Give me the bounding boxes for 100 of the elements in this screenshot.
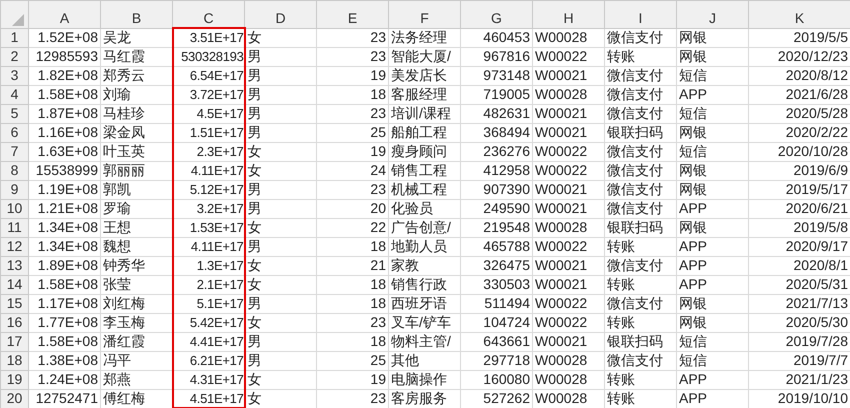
column-header[interactable]: I — [604, 0, 676, 28]
table-cell: 银联扫码 — [604, 218, 676, 237]
table-cell: 4.11E+17 — [172, 161, 244, 180]
table-cell: 973148 — [460, 66, 532, 85]
table-cell: 4.5E+17 — [172, 104, 244, 123]
table-cell: 美发店长 — [388, 66, 460, 85]
table-cell: 叶玉英 — [100, 142, 172, 161]
row-header[interactable]: 17 — [0, 332, 28, 351]
row-header[interactable]: 19 — [0, 370, 28, 389]
table-cell: W00021 — [532, 66, 604, 85]
row-header[interactable]: 10 — [0, 199, 28, 218]
table-cell: 微信支付 — [604, 256, 676, 275]
column-header[interactable]: K — [748, 0, 850, 28]
table-cell: 微信支付 — [604, 85, 676, 104]
table-cell: 银联扫码 — [604, 123, 676, 142]
column-header[interactable]: C — [172, 0, 244, 28]
table-cell: W00021 — [532, 256, 604, 275]
table-cell: 18 — [316, 275, 388, 294]
table-cell: 微信支付 — [604, 294, 676, 313]
row-header[interactable]: 5 — [0, 104, 28, 123]
column-header[interactable]: B — [100, 0, 172, 28]
table-cell: 18 — [316, 332, 388, 351]
table-cell: 叉车/铲车 — [388, 313, 460, 332]
table-cell: 网银 — [676, 218, 748, 237]
table-cell: 男 — [244, 351, 316, 370]
table-cell: 家教 — [388, 256, 460, 275]
column-header[interactable]: H — [532, 0, 604, 28]
table-cell: 男 — [244, 123, 316, 142]
table-cell: 网银 — [676, 294, 748, 313]
column-header[interactable]: A — [28, 0, 100, 28]
column-header[interactable]: D — [244, 0, 316, 28]
table-cell: W00028 — [532, 85, 604, 104]
table-cell: 刘瑜 — [100, 85, 172, 104]
table-cell: 24 — [316, 161, 388, 180]
table-cell: APP — [676, 85, 748, 104]
table-cell: 482631 — [460, 104, 532, 123]
row-header[interactable]: 9 — [0, 180, 28, 199]
column-header[interactable]: J — [676, 0, 748, 28]
table-cell: 25 — [316, 123, 388, 142]
row-header[interactable]: 14 — [0, 275, 28, 294]
table-cell: 女 — [244, 161, 316, 180]
table-cell: 1.77E+08 — [28, 313, 100, 332]
table-cell: 20 — [316, 199, 388, 218]
table-cell: W00022 — [532, 294, 604, 313]
row-header[interactable]: 1 — [0, 28, 28, 47]
column-header[interactable]: E — [316, 0, 388, 28]
row-header[interactable]: 6 — [0, 123, 28, 142]
table-cell: 男 — [244, 66, 316, 85]
table-cell: 男 — [244, 104, 316, 123]
table-cell: 1.21E+08 — [28, 199, 100, 218]
row-header[interactable]: 12 — [0, 237, 28, 256]
table-cell: 1.3E+17 — [172, 256, 244, 275]
table-cell: 719005 — [460, 85, 532, 104]
table-cell: 销售工程 — [388, 161, 460, 180]
table-cell: 25 — [316, 351, 388, 370]
table-cell: 368494 — [460, 123, 532, 142]
row-header[interactable]: 4 — [0, 85, 28, 104]
row-header[interactable]: 3 — [0, 66, 28, 85]
row-header[interactable]: 16 — [0, 313, 28, 332]
table-cell: 4.41E+17 — [172, 332, 244, 351]
table-cell: 男 — [244, 47, 316, 66]
table-cell: 罗瑜 — [100, 199, 172, 218]
row-header[interactable]: 18 — [0, 351, 28, 370]
column-header[interactable]: F — [388, 0, 460, 28]
table-cell: W00021 — [532, 123, 604, 142]
table-cell: W00028 — [532, 389, 604, 408]
table-cell: 女 — [244, 256, 316, 275]
table-cell: 1.53E+17 — [172, 218, 244, 237]
table-cell: 转账 — [604, 370, 676, 389]
table-cell: W00022 — [532, 313, 604, 332]
table-cell: 男 — [244, 294, 316, 313]
table-cell: 4.31E+17 — [172, 370, 244, 389]
table-cell: 3.51E+17 — [172, 28, 244, 47]
table-cell: W00028 — [532, 370, 604, 389]
row-header[interactable]: 7 — [0, 142, 28, 161]
table-cell: 网银 — [676, 123, 748, 142]
table-cell: W00021 — [532, 199, 604, 218]
table-cell: 客房服务 — [388, 389, 460, 408]
column-header[interactable]: G — [460, 0, 532, 28]
table-cell: APP — [676, 275, 748, 294]
table-cell: 2.3E+17 — [172, 142, 244, 161]
table-cell: 郭凯 — [100, 180, 172, 199]
table-cell: 1.34E+08 — [28, 218, 100, 237]
table-cell: APP — [676, 256, 748, 275]
table-cell: 男 — [244, 332, 316, 351]
table-cell: 网银 — [676, 180, 748, 199]
row-header[interactable]: 15 — [0, 294, 28, 313]
table-cell: 船舶工程 — [388, 123, 460, 142]
table-cell: 短信 — [676, 104, 748, 123]
select-all-icon[interactable] — [12, 14, 24, 26]
table-cell: 3.2E+17 — [172, 199, 244, 218]
row-header[interactable]: 13 — [0, 256, 28, 275]
row-header[interactable]: 20 — [0, 389, 28, 408]
table-cell: 魏想 — [100, 237, 172, 256]
row-header[interactable]: 8 — [0, 161, 28, 180]
row-header[interactable]: 11 — [0, 218, 28, 237]
table-cell: 银联扫码 — [604, 332, 676, 351]
table-cell: APP — [676, 370, 748, 389]
table-cell: 18 — [316, 237, 388, 256]
row-header[interactable]: 2 — [0, 47, 28, 66]
